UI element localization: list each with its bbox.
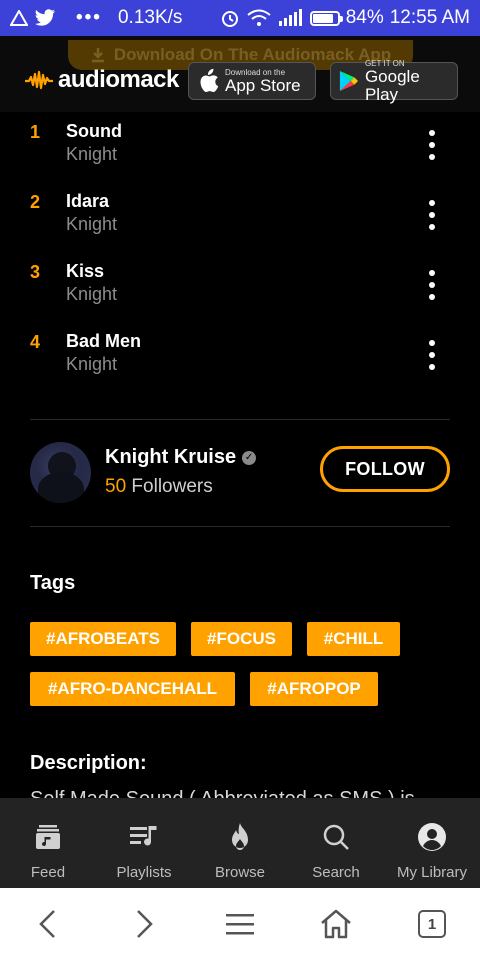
divider [30, 419, 450, 420]
track-row[interactable]: 1 Sound Knight [0, 112, 480, 182]
track-number: 1 [30, 122, 41, 142]
avatar[interactable] [30, 442, 91, 503]
feed-icon [33, 822, 63, 852]
home-button[interactable] [316, 904, 356, 944]
track-artist[interactable]: Knight [66, 354, 117, 375]
back-button[interactable] [28, 904, 68, 944]
alarm-icon [221, 11, 238, 27]
battery-icon [309, 10, 343, 26]
track-title[interactable]: Idara [66, 191, 109, 212]
logo-text: audiomack [58, 66, 179, 93]
clock: 12:55 AM [389, 7, 470, 28]
audiomack-logo[interactable]: audiomack [24, 66, 179, 94]
track-title[interactable]: Sound [66, 121, 122, 142]
tag-chip[interactable]: #AFROBEATS [30, 622, 176, 656]
more-options-icon[interactable] [420, 200, 444, 230]
playlists-icon [129, 822, 159, 852]
more-options-icon[interactable] [420, 340, 444, 370]
tag-chip[interactable]: #FOCUS [191, 622, 292, 656]
nav-feed-label: Feed [30, 864, 66, 881]
google-play-big-text: Google Play [364, 66, 420, 104]
tabs-button[interactable]: 1 [412, 904, 452, 944]
network-speed: 0.13K/s [117, 7, 183, 28]
verified-icon: ✓ [242, 450, 257, 465]
more-options-icon[interactable] [420, 270, 444, 300]
nav-my-library[interactable]: My Library [384, 798, 480, 888]
twitter-icon [35, 9, 56, 26]
track-artist[interactable]: Knight [66, 144, 117, 165]
forward-button[interactable] [124, 904, 164, 944]
nav-feed[interactable]: Feed [0, 798, 96, 888]
download-icon [91, 48, 104, 63]
browse-flame-icon [225, 822, 255, 852]
nav-playlists-label: Playlists [116, 864, 172, 881]
wifi-icon [247, 9, 271, 26]
apple-icon [200, 68, 219, 92]
description-heading: Description: [30, 752, 147, 774]
track-title[interactable]: Bad Men [66, 331, 141, 352]
nav-browse[interactable]: Browse [192, 798, 288, 888]
followers-label: Followers [131, 476, 213, 497]
app-header: Download On The Audiomack App audiomack … [0, 36, 480, 112]
user-icon [417, 822, 447, 852]
track-number: 2 [30, 192, 41, 212]
track-number: 3 [30, 262, 41, 282]
browser-toolbar: 1 [0, 888, 480, 960]
audiomack-logo-icon [25, 70, 53, 90]
more-options-icon[interactable] [420, 130, 444, 160]
signal-icon [278, 9, 302, 26]
home-icon [321, 909, 351, 939]
nav-browse-label: Browse [214, 864, 266, 881]
menu-button[interactable] [220, 904, 260, 944]
tab-count-icon: 1 [418, 910, 446, 938]
app-store-big-text: App Store [225, 75, 301, 95]
battery-percent: 84% [345, 7, 384, 28]
nav-playlists[interactable]: Playlists [96, 798, 192, 888]
more-notifications-icon: ••• [76, 7, 102, 28]
search-icon [321, 822, 351, 852]
hamburger-menu-icon [226, 914, 254, 935]
tag-chip[interactable]: #CHILL [307, 622, 400, 656]
nav-my-library-label: My Library [396, 864, 467, 881]
track-title[interactable]: Kiss [66, 261, 104, 282]
artist-card: Knight Kruise ✓ 50 Followers FOLLOW [30, 442, 450, 504]
artist-name-row[interactable]: Knight Kruise ✓ [105, 446, 257, 469]
followers-count: 50 Followers [105, 476, 213, 498]
google-play-icon [339, 71, 359, 91]
nav-search-label: Search [312, 864, 360, 881]
chevron-right-icon [137, 910, 153, 938]
artist-name[interactable]: Knight Kruise [105, 446, 236, 469]
status-bar: ••• 0.13K/s 84% 12:55 AM [0, 0, 480, 36]
nav-search[interactable]: Search [288, 798, 384, 888]
follow-button[interactable]: FOLLOW [320, 446, 450, 492]
tag-chip[interactable]: #AFROPOP [250, 672, 378, 706]
track-artist[interactable]: Knight [66, 284, 117, 305]
warning-icon [10, 10, 28, 26]
track-list: 1 Sound Knight 2 Idara Knight 3 Kiss Kni… [0, 112, 480, 392]
track-row[interactable]: 4 Bad Men Knight [0, 322, 480, 392]
track-row[interactable]: 3 Kiss Knight [0, 252, 480, 322]
track-number: 4 [30, 332, 41, 352]
bottom-navigation: Feed Playlists Browse Search My Library [0, 798, 480, 888]
app-store-button[interactable]: Download on the App Store [188, 62, 316, 100]
track-artist[interactable]: Knight [66, 214, 117, 235]
chevron-left-icon [39, 910, 55, 938]
tags-heading: Tags [30, 572, 76, 594]
tag-chip[interactable]: #AFRO-DANCEHALL [30, 672, 235, 706]
track-row[interactable]: 2 Idara Knight [0, 182, 480, 252]
divider [30, 526, 450, 527]
google-play-button[interactable]: GET IT ON Google Play [330, 59, 458, 103]
followers-number: 50 [105, 476, 127, 497]
